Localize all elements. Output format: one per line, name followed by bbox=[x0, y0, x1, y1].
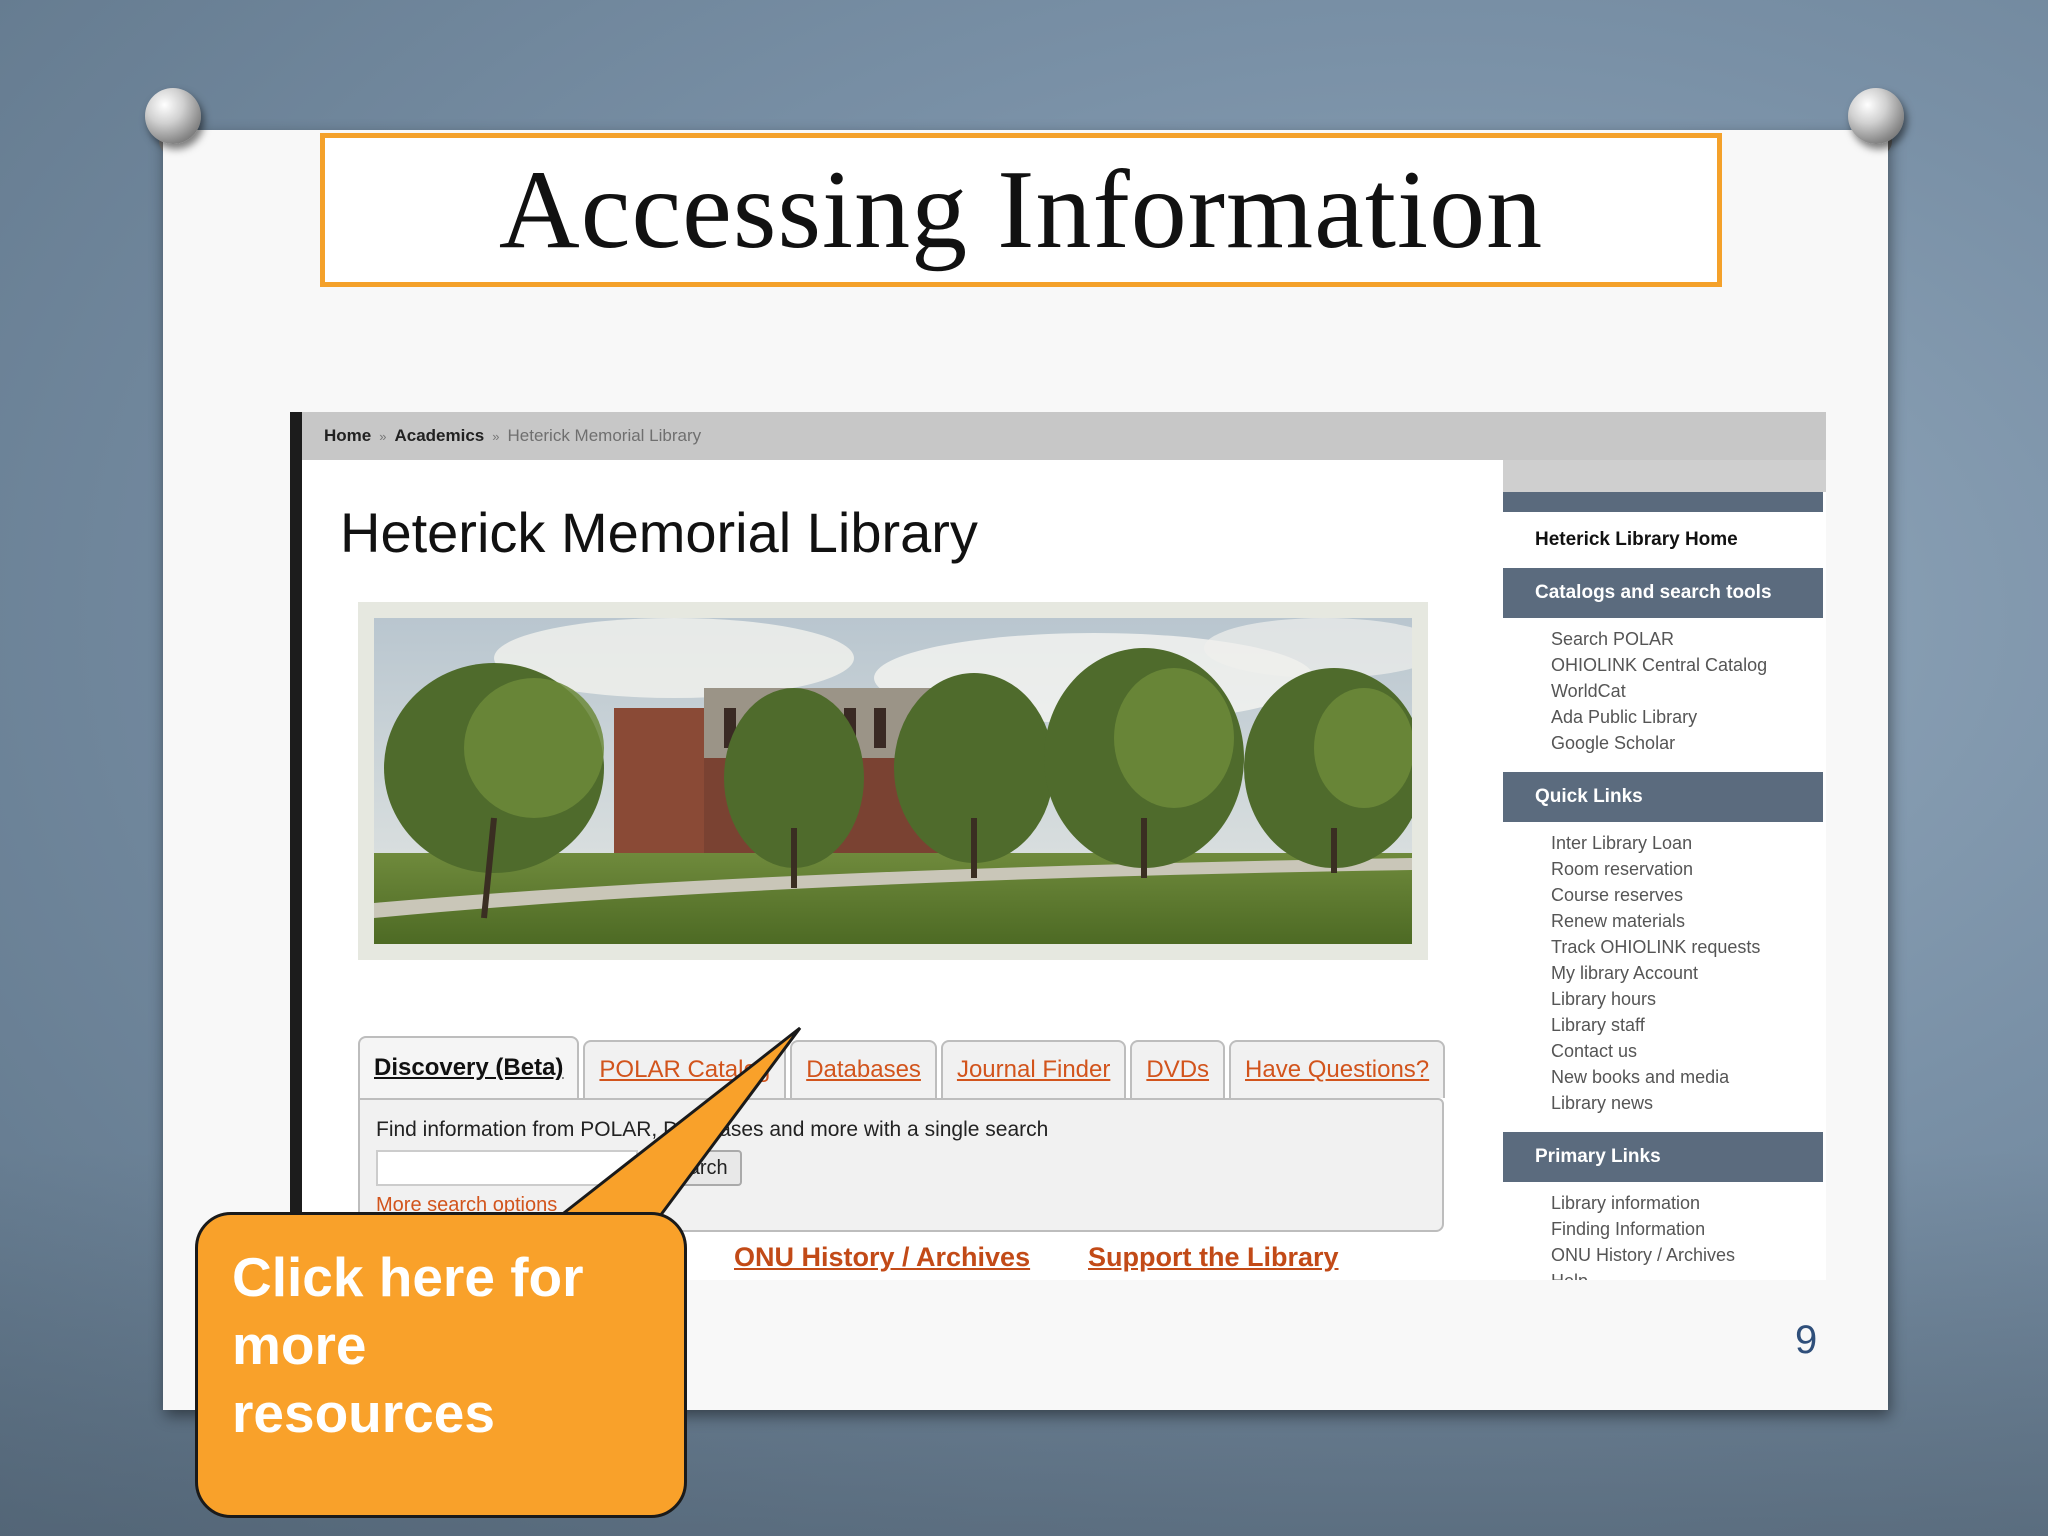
callout-line: more bbox=[232, 1314, 367, 1376]
callout-box: Click here for more resources bbox=[195, 1212, 687, 1518]
callout-text: Click here for more resources bbox=[232, 1243, 584, 1447]
callout-line: resources bbox=[232, 1382, 495, 1444]
callout-line: Click here for bbox=[232, 1246, 584, 1308]
